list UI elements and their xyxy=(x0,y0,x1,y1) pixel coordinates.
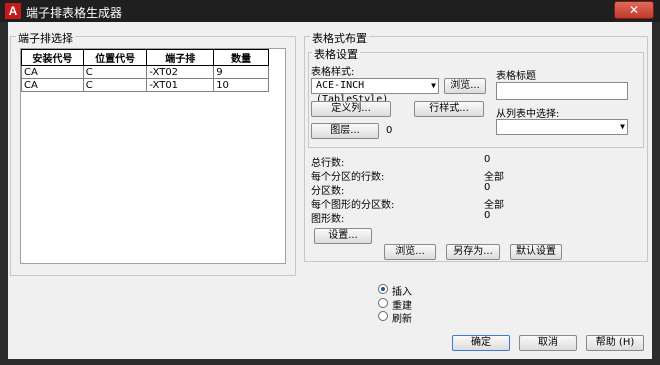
insert-radio-label: 插入 xyxy=(392,287,412,298)
from-list-label: 从列表中选择: xyxy=(496,109,560,120)
table-cell: CA xyxy=(21,65,84,79)
table-header-row: 安装代号 位置代号 端子排 数量 xyxy=(21,49,269,66)
chevron-down-icon: ▼ xyxy=(620,122,625,131)
browse-button[interactable]: 浏览... xyxy=(384,244,436,260)
terminal-strip-table: 安装代号 位置代号 端子排 数量 CA C -XT02 9 CA C -XT01 xyxy=(21,49,269,92)
default-settings-button[interactable]: 默认设置 xyxy=(510,244,562,260)
table-cell: C xyxy=(82,65,148,79)
table-layout-group-label: 表格式布置 xyxy=(310,30,369,46)
column-header-terminal-strip[interactable]: 端子排 xyxy=(146,49,215,66)
dialog-window: A 端子排表格生成器 ✕ 端子排选择 安装代号 位置代号 端子排 数量 CA C xyxy=(0,0,660,365)
total-rows-value: 0 xyxy=(484,154,491,165)
dialog-body: 端子排选择 安装代号 位置代号 端子排 数量 CA C -XT02 9 CA C… xyxy=(8,22,652,359)
insert-radio[interactable] xyxy=(378,284,388,294)
total-rows-label: 总行数: xyxy=(311,158,345,169)
rows-per-section-value: 全部 xyxy=(484,172,504,183)
column-header-location-code[interactable]: 位置代号 xyxy=(82,49,148,66)
ok-button[interactable]: 确定 xyxy=(452,335,510,351)
close-button[interactable]: ✕ xyxy=(614,1,654,19)
table-title-label: 表格标题 xyxy=(496,71,536,82)
cancel-button[interactable]: 取消 xyxy=(519,335,577,351)
layer-button[interactable]: 图层... xyxy=(311,123,379,139)
table-settings-group-label: 表格设置 xyxy=(312,46,360,62)
table-cell: C xyxy=(82,78,148,92)
terminal-strip-group-label: 端子排选择 xyxy=(16,30,75,46)
column-header-quantity[interactable]: 数量 xyxy=(213,49,269,66)
table-title-input[interactable] xyxy=(496,82,628,100)
drawing-count-label: 图形数: xyxy=(311,214,345,225)
refresh-radio[interactable] xyxy=(378,311,388,321)
browse-style-button[interactable]: 浏览... xyxy=(444,78,486,94)
refresh-radio-label: 刷新 xyxy=(392,314,412,325)
drawing-count-value: 0 xyxy=(484,210,491,221)
table-cell: -XT01 xyxy=(146,78,215,92)
section-count-label: 分区数: xyxy=(311,186,345,197)
title-bar[interactable]: A 端子排表格生成器 ✕ xyxy=(0,0,660,22)
table-row[interactable]: CA C -XT02 9 xyxy=(21,65,269,79)
save-as-button[interactable]: 另存为... xyxy=(446,244,500,260)
setup-button[interactable]: 设置... xyxy=(314,228,372,244)
rows-per-section-label: 每个分区的行数: xyxy=(311,172,385,183)
define-columns-button[interactable]: 定义列... xyxy=(311,101,391,117)
section-count-value: 0 xyxy=(484,182,491,193)
help-button[interactable]: 帮助 (H) xyxy=(586,335,644,351)
table-row[interactable]: CA C -XT01 10 xyxy=(21,78,269,92)
table-style-label: 表格样式: xyxy=(311,67,355,78)
table-style-select[interactable]: ACE-INCH (TableStyle) ▼ xyxy=(311,78,439,105)
window-title: 端子排表格生成器 xyxy=(26,6,123,20)
chevron-down-icon: ▼ xyxy=(431,81,436,90)
from-list-select[interactable]: ▼ xyxy=(496,119,628,135)
column-header-install-code[interactable]: 安装代号 xyxy=(21,49,84,66)
rebuild-radio[interactable] xyxy=(378,298,388,308)
table-cell: CA xyxy=(21,78,84,92)
table-cell: 9 xyxy=(213,65,269,79)
autocad-logo-icon: A xyxy=(5,3,21,19)
sections-per-drawing-value: 全部 xyxy=(484,200,504,211)
sections-per-drawing-label: 每个图形的分区数: xyxy=(311,200,395,211)
table-cell: 10 xyxy=(213,78,269,92)
row-style-button[interactable]: 行样式... xyxy=(414,101,484,117)
layer-value: 0 xyxy=(386,125,393,136)
table-cell: -XT02 xyxy=(146,65,215,79)
